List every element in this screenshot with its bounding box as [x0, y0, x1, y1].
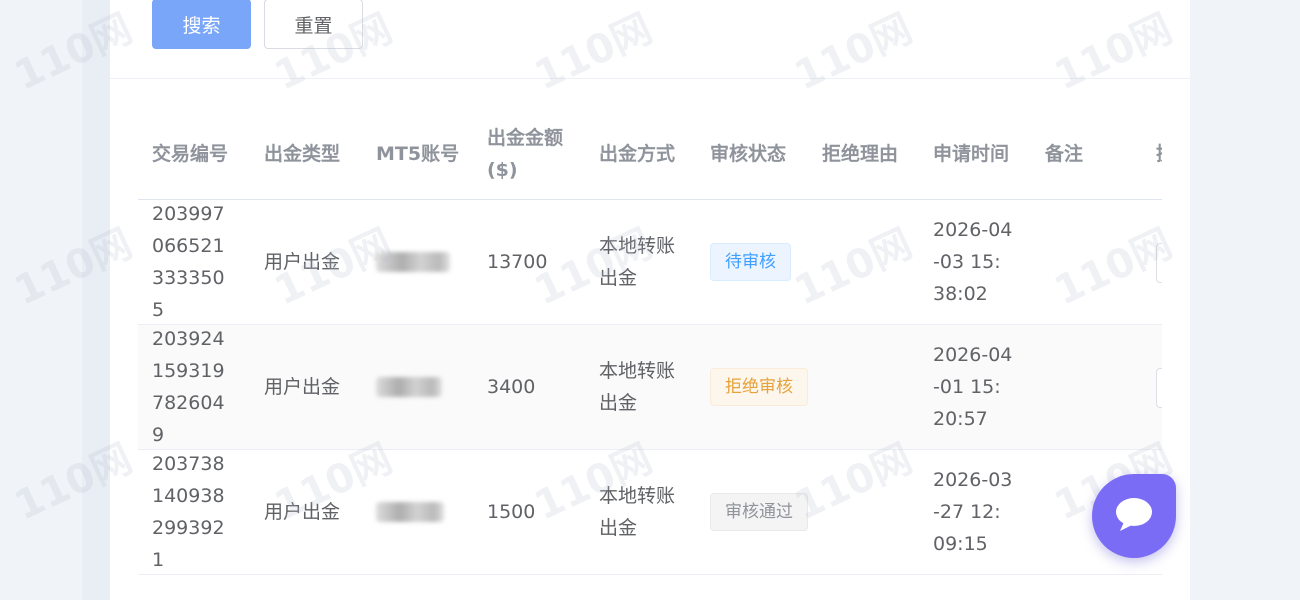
- header-apply-time: 申请时间: [933, 142, 1010, 165]
- apply-time: 2026-04-03 15: 38:02: [933, 200, 1033, 324]
- reject-reason: [822, 325, 922, 449]
- mt5-account-masked: [376, 450, 476, 574]
- masked-account: [376, 252, 450, 272]
- header-operation: 操: [1156, 108, 1162, 199]
- search-button[interactable]: 搜索: [152, 0, 251, 49]
- apply-time-text: 2026-04-03 15: 38:02: [933, 219, 1013, 305]
- masked-account: [376, 377, 442, 397]
- chat-button[interactable]: [1092, 474, 1176, 558]
- method: 本地转账出金: [599, 450, 699, 574]
- header-amount-label: 出金金额 ($): [487, 126, 564, 181]
- header-method: 出金方式: [599, 142, 676, 165]
- left-panel-edge: [82, 0, 110, 600]
- operation-button[interactable]: [1156, 243, 1162, 283]
- amount: 1500: [487, 501, 536, 523]
- header-withdrawal-type: 出金类型: [264, 142, 341, 165]
- apply-time: 2026-04-01 15: 20:57: [933, 325, 1033, 449]
- status-cell: 待审核: [710, 200, 810, 324]
- status-badge: 待审核: [710, 243, 791, 281]
- withdrawal-type: 用户出金: [264, 376, 341, 398]
- note: [1045, 325, 1145, 449]
- transaction-id: 2039241593197826049: [152, 325, 252, 449]
- apply-time-text: 2026-03-27 12: 09:15: [933, 469, 1013, 555]
- reset-button[interactable]: 重置: [264, 0, 363, 49]
- method-text: 本地转账出金: [599, 235, 676, 289]
- apply-time-text: 2026-04-01 15: 20:57: [933, 344, 1013, 430]
- mt5-account-masked: [376, 200, 476, 324]
- operation-button[interactable]: [1156, 368, 1162, 408]
- withdrawal-type: 用户出金: [264, 501, 341, 523]
- table-row: 2039970665213333505 用户出金 13700 本地转账出金 待审…: [138, 200, 1162, 325]
- header-mt5-account: MT5账号: [376, 142, 460, 165]
- status-cell: 拒绝审核: [710, 325, 810, 449]
- method-text: 本地转账出金: [599, 360, 676, 414]
- transaction-id-text: 2037381409382993921: [152, 453, 225, 571]
- reject-reason: [822, 450, 922, 574]
- withdrawal-type: 用户出金: [264, 251, 341, 273]
- amount: 3400: [487, 376, 536, 398]
- status-cell: 审核通过: [710, 450, 810, 574]
- note: [1045, 200, 1145, 324]
- records-card: 搜索 重置 交易编号 出金类型 MT5账号 出金金额 ($) 出金方式 审核状态…: [110, 0, 1190, 600]
- chat-bubble-icon: [1112, 494, 1156, 538]
- amount: 13700: [487, 251, 548, 273]
- header-reject-reason: 拒绝理由: [822, 142, 899, 165]
- method: 本地转账出金: [599, 325, 699, 449]
- status-badge: 拒绝审核: [710, 368, 808, 406]
- status-badge: 审核通过: [710, 493, 808, 531]
- table-header: 交易编号 出金类型 MT5账号 出金金额 ($) 出金方式 审核状态 拒绝理由 …: [138, 108, 1162, 200]
- apply-time: 2026-03-27 12: 09:15: [933, 450, 1033, 574]
- table-row: 2037381409382993921 用户出金 1500 本地转账出金 审核通…: [138, 450, 1162, 575]
- transaction-id: 2039970665213333505: [152, 200, 252, 324]
- filter-bar: 搜索 重置: [110, 0, 1190, 79]
- reject-reason: [822, 200, 922, 324]
- method: 本地转账出金: [599, 200, 699, 324]
- method-text: 本地转账出金: [599, 485, 676, 539]
- table-row: 2039241593197826049 用户出金 3400 本地转账出金 拒绝审…: [138, 325, 1162, 450]
- header-transaction-id: 交易编号: [152, 142, 229, 165]
- header-note: 备注: [1045, 142, 1084, 165]
- transaction-id-text: 2039241593197826049: [152, 328, 225, 446]
- withdrawal-table: 交易编号 出金类型 MT5账号 出金金额 ($) 出金方式 审核状态 拒绝理由 …: [138, 108, 1162, 578]
- transaction-id-text: 2039970665213333505: [152, 203, 225, 321]
- header-status: 审核状态: [710, 142, 787, 165]
- transaction-id: 2037381409382993921: [152, 450, 252, 574]
- masked-account: [376, 502, 444, 522]
- mt5-account-masked: [376, 325, 476, 449]
- header-amount: 出金金额 ($): [487, 108, 587, 199]
